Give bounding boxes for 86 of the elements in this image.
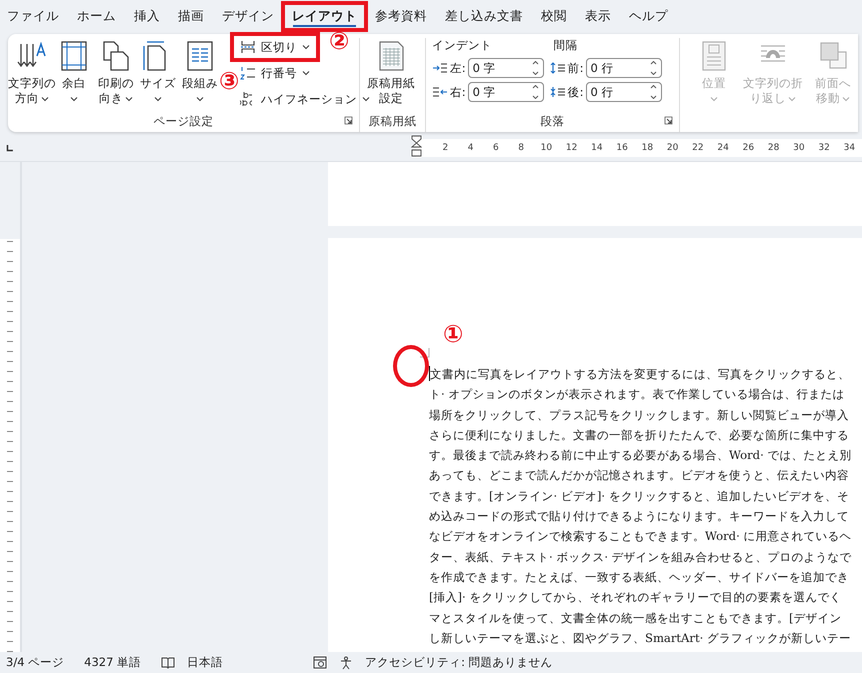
ruler-number: 2 [442,143,450,153]
ruler-number: 12 [564,143,578,153]
status-text: 3/4 ページ [6,655,64,670]
ruler-number: 16 [615,143,629,153]
spinner-field[interactable]: 0 行 [586,58,662,78]
dialog-launcher-icon[interactable] [664,116,673,125]
menu-tab[interactable]: ファイル [0,4,66,28]
body-text-line: め込みコードの形式で貼り付けできるようになります。キーワードを入力して [429,508,850,526]
dialog-launcher-icon[interactable] [344,116,353,125]
ruler-number: 30 [792,143,806,153]
menu-tab[interactable]: 差し込み文書 [438,4,530,28]
spacing-after-icon [550,86,566,98]
indent-right-icon [432,86,448,98]
menu-tab[interactable]: 参考資料 [368,4,434,28]
text-cursor [429,366,430,381]
ruler-number: 20 [666,143,680,153]
spinner-field[interactable]: 0 字 [468,58,544,78]
spinner-field[interactable]: 0 字 [468,82,544,102]
columns-icon [185,40,215,72]
menu-tab[interactable]: 表示 [578,4,618,28]
indent-left-icon [432,62,448,74]
orientation-icon [101,40,131,72]
menu-tab[interactable]: 描画 [171,4,211,28]
spin-arrows-icon [650,60,656,76]
menu-tab[interactable]: 挿入 [127,4,167,28]
body-text-line: なビデオをオンラインで検索することもできます。Word· に用意されているヘ [429,528,852,546]
ruler-number: 8 [517,143,525,153]
field-label: 前: [568,60,584,76]
body-text-line: マとスタイルを使って、文書全体の統一感を出すこともできます。[デザイン [429,610,843,627]
body-text-line: できます。[オンライン· ビデオ]· をクリックすると、追加したいビデオを、そ [429,488,850,505]
spacing-before-icon [550,62,566,74]
body-text-line: ター、表紙、テキスト· ボックス· デザインを組み合わせると、プロのようなで [429,548,853,566]
line-numbers-icon [240,65,256,81]
status-text: 日本語 [187,655,224,670]
menu-tab[interactable]: 校閲 [534,4,574,28]
book-icon [161,656,176,669]
body-text-line: す。最後まで読み終わる前に中止する必要がある場合、Word· では、たとえ別 [429,447,852,464]
ruler-number: 32 [817,143,831,153]
body-text-line: を作成できます。たとえば、一致する表紙、ヘッダー、サイドバーを追加でき [429,568,850,586]
group-label: 原稿用紙 [368,114,416,128]
ribbon-button[interactable]: 余白 [54,38,94,110]
section-heading: インデント [432,38,493,54]
menu-tab[interactable]: デザイン [215,4,281,28]
body-text-line: さらに便利になりました。文書の一部を折りたたんで、必要な箇所に集中する [429,426,850,444]
ruler-number: 22 [691,143,705,153]
step-number-marker: ② [329,28,350,54]
spin-arrows-icon [532,84,539,100]
group-label: ページ設定 [154,114,214,128]
accessibility-icon [339,656,354,670]
tab-selector-icon [6,144,14,152]
field-label: 右: [450,84,466,100]
body-text-line: ト· オプションのボタンが表示されます。表で作業している場合は、行または [429,386,846,404]
ruler-number: 6 [492,143,500,153]
ruler-number: 28 [766,143,780,153]
ruler-number: 24 [716,143,730,153]
body-text-line: 文書内に写真をレイアウトする方法を変更するには、写真をクリックすると、 [429,365,851,383]
status-text: 4327 単語 [84,655,142,670]
margins-icon [59,40,89,72]
margin-corner-icon [420,348,430,358]
spin-arrows-icon [650,84,656,100]
ruler-number: 10 [540,143,554,153]
body-text-line: [挿入]· をクリックしてから、それぞれのギャラリーで目的の要素を選んでく [429,589,842,606]
ribbon-button[interactable]: 印刷の 向き [96,38,136,110]
ruler-number: 18 [640,143,654,153]
field-label: 後: [568,84,584,100]
spin-arrows-icon [532,60,539,76]
breaks-icon [240,39,256,55]
focus-icon [313,656,328,669]
spinner-field[interactable]: 0 行 [586,82,662,102]
group-label: 段落 [540,114,564,128]
menu-tab[interactable]: ホーム [70,4,123,28]
section-heading: 間隔 [552,38,579,54]
status-text[interactable]: アクセシビリティ: 問題ありません [365,655,553,670]
body-text-line: あっても、どこまで読んだかが記憶されます。ビデオを使うと、伝えたい内容 [429,467,850,484]
ruler-number: 34 [842,143,856,153]
body-text-line: 場所をクリックして、プラス記号をクリックします。新しい閲覧ビューが導入 [429,406,850,424]
menu-tab[interactable]: ヘルプ [622,4,675,28]
body-text-line: し新しいテーマを選ぶと、図やグラフ、SmartArt· グラフィックが新しいテー [429,630,852,647]
step-number-marker: ① [443,321,464,347]
ribbon-button[interactable]: サイズ [138,38,178,110]
ruler-number: 26 [742,143,756,153]
ruler-number: 14 [590,143,604,153]
ribbon-button[interactable]: 区切り [236,38,314,56]
ruler-number: 4 [466,143,474,153]
field-label: 左: [450,60,466,76]
ribbon-button[interactable]: 段組み [180,38,220,110]
